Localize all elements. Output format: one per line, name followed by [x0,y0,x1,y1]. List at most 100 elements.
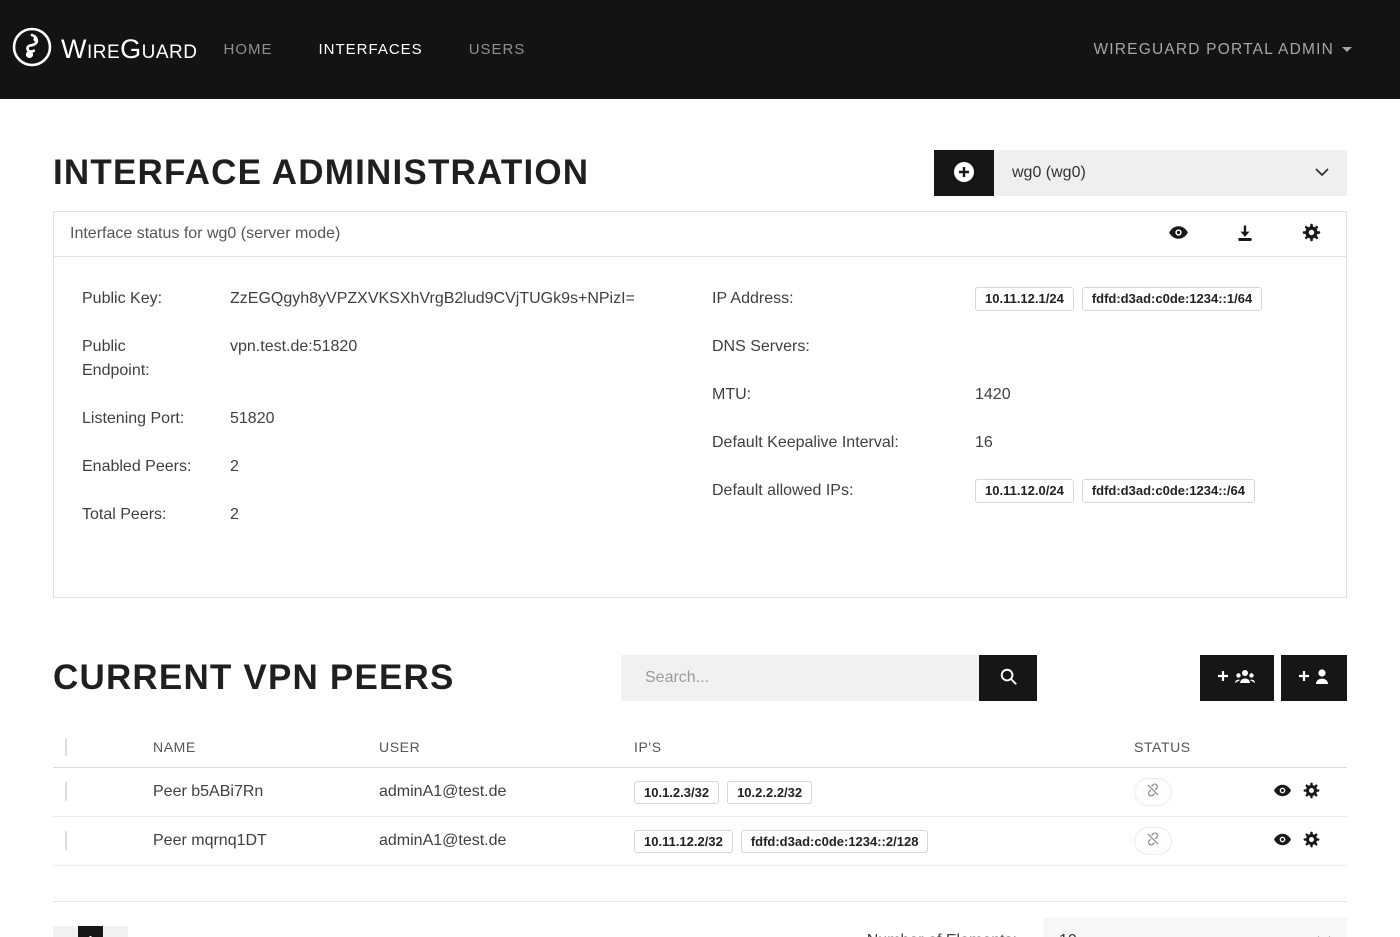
add-multiple-peers-button[interactable] [1200,655,1274,701]
download-icon [1235,223,1255,246]
ip-badge: 10.11.12.1/24 [975,287,1074,311]
column-header-status: STATUS [1134,739,1254,755]
ip-badge: fdfd:d3ad:c0de:1234::/64 [1082,479,1255,503]
wireguard-dragon-icon [12,27,52,72]
table-header-row: NAME USER IP'S STATUS [53,727,1347,768]
interface-select-value: wg0 (wg0) [1012,164,1086,182]
nav-item-interfaces[interactable]: INTERFACES [319,41,423,58]
peer-user: adminA1@test.de [379,832,634,850]
page-size-label: Number of Elements: [867,932,1017,937]
view-config-button[interactable] [1168,222,1189,246]
field-allowed-ips: Default allowed IPs: 10.11.12.0/24 fdfd:… [712,479,1318,503]
field-label: Total Peers: [82,503,192,527]
ip-badge: fdfd:d3ad:c0de:1234::2/128 [741,830,929,853]
search-input[interactable] [621,655,979,701]
table-row: Peer mqrnq1DT adminA1@test.de 10.11.12.2… [53,817,1347,866]
top-navbar: WireGuard HOME INTERFACES USERS WIREGUAR… [0,0,1400,99]
ip-badge: 10.11.12.2/32 [634,830,733,853]
interface-status-card: Interface status for wg0 (server mode) [53,211,1347,598]
user-menu-dropdown[interactable]: WIREGUARD PORTAL ADMIN [1093,41,1352,59]
ip-badge: fdfd:d3ad:c0de:1234::1/64 [1082,287,1262,311]
card-tools [1168,222,1322,246]
interface-selector: wg0 (wg0) [934,150,1347,196]
pagination-page-1-button[interactable]: 1 [78,926,103,937]
nav-item-users[interactable]: USERS [469,41,526,58]
column-header-ips: IP'S [634,739,1134,755]
search-button[interactable] [979,655,1037,701]
field-enabled-peers: Enabled Peers: 2 [82,455,688,479]
brand-name: WireGuard [61,34,198,65]
field-value: 16 [975,431,993,455]
pagination: « 1 » [53,926,128,937]
interface-settings-button[interactable] [1301,222,1322,246]
row-actions [1254,830,1347,852]
field-ip-address: IP Address: 10.11.12.1/24 fdfd:d3ad:c0de… [712,287,1318,311]
status-left-column: Public Key: ZzEGQgyh8yVPZXVKSXhVrgB2lud9… [82,287,688,551]
field-label: Listening Port: [82,407,192,431]
add-interface-button[interactable] [934,150,994,196]
peer-ips: 10.1.2.3/32 10.2.2.2/32 [634,781,1134,804]
gear-icon [1302,830,1321,852]
page-header: INTERFACE ADMINISTRATION wg0 (wg0) [53,150,1347,196]
field-label: DNS Servers: [712,335,975,359]
add-peer-button[interactable] [1281,655,1347,701]
view-peer-button[interactable] [1273,830,1292,852]
pagination-next-button[interactable]: » [103,926,128,937]
status-badge [1134,778,1172,806]
field-label: Enabled Peers: [82,455,192,479]
eye-icon [1168,222,1189,246]
column-header-user: USER [379,739,634,755]
field-listening-port: Listening Port: 51820 [82,407,688,431]
field-value: 2 [230,503,239,527]
peer-user: adminA1@test.de [379,783,634,801]
status-badge [1134,827,1172,855]
plus-circle-icon [952,160,976,187]
download-config-button[interactable] [1235,222,1255,246]
caret-down-icon [1342,47,1352,52]
row-checkbox[interactable] [65,782,67,801]
ip-badge: 10.2.2.2/32 [727,781,812,804]
field-value: ZzEGQgyh8yVPZXVKSXhVrgB2lud9CVjTUGk9s+NP… [230,287,635,311]
field-public-endpoint: Public Endpoint: vpn.test.de:51820 [82,335,688,383]
field-label: Public Key: [82,287,192,311]
peer-settings-button[interactable] [1302,830,1321,852]
page-size-value: 10 [1059,932,1077,937]
peer-settings-button[interactable] [1302,781,1321,803]
brand-logo[interactable]: WireGuard [12,27,198,72]
field-value: vpn.test.de:51820 [230,335,357,383]
field-total-peers: Total Peers: 2 [82,503,688,527]
card-body: Public Key: ZzEGQgyh8yVPZXVKSXhVrgB2lud9… [54,257,1346,597]
row-checkbox[interactable] [65,831,67,850]
footer-row: « 1 » Number of Elements: 10 [53,918,1347,937]
field-label: MTU: [712,383,975,407]
page-size-control: Number of Elements: 10 [867,918,1347,937]
user-group-plus-icon [1216,666,1258,691]
view-peer-button[interactable] [1273,781,1292,803]
field-label: IP Address: [712,287,975,311]
nav-item-home[interactable]: HOME [224,41,273,58]
peers-section-title: CURRENT VPN PEERS [53,658,455,698]
field-mtu: MTU: 1420 [712,383,1318,407]
divider [53,901,1347,902]
column-header-name: NAME [153,739,379,755]
gear-icon [1302,781,1321,803]
user-menu-label: WIREGUARD PORTAL ADMIN [1093,41,1334,59]
user-plus-icon [1297,666,1331,691]
chevron-down-icon [1317,932,1331,937]
ip-badge: 10.11.12.0/24 [975,479,1074,503]
page-size-select[interactable]: 10 [1043,918,1347,937]
main-nav: HOME INTERFACES USERS [224,41,526,58]
peer-ips: 10.11.12.2/32 fdfd:d3ad:c0de:1234::2/128 [634,830,1134,853]
link-slash-icon [1145,831,1161,852]
page-title: INTERFACE ADMINISTRATION [53,153,589,193]
select-all-checkbox[interactable] [65,738,67,756]
ip-badges: 10.11.12.0/24 fdfd:d3ad:c0de:1234::/64 [975,479,1255,503]
card-title: Interface status for wg0 (server mode) [70,225,340,243]
field-label: Default allowed IPs: [712,479,975,503]
peer-table: NAME USER IP'S STATUS Peer b5ABi7Rn admi… [53,727,1347,866]
gear-icon [1301,222,1322,246]
ip-badge: 10.1.2.3/32 [634,781,719,804]
interface-select[interactable]: wg0 (wg0) [994,150,1347,196]
pagination-prev-button[interactable]: « [53,926,78,937]
ip-badges: 10.11.12.1/24 fdfd:d3ad:c0de:1234::1/64 [975,287,1262,311]
